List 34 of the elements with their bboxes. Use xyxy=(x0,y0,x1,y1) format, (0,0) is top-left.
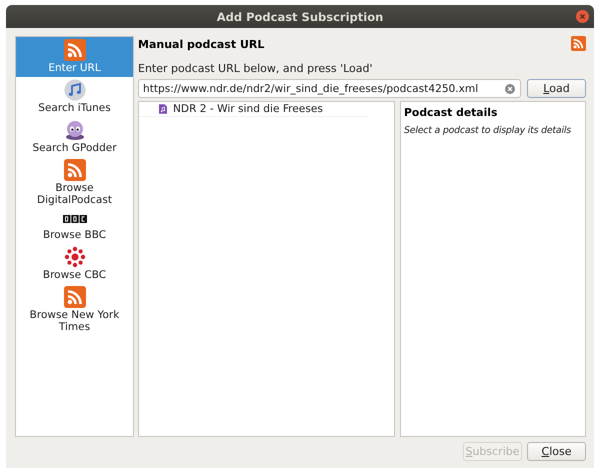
source-item[interactable]: Browse CBC xyxy=(16,244,133,284)
audio-file-icon xyxy=(159,104,167,114)
load-button[interactable]: Load xyxy=(527,79,586,98)
source-label: Browse CBC xyxy=(42,269,106,281)
url-field[interactable]: https://www.ndr.de/ndr2/wir_sind_die_freeses/podcast4250.xml xyxy=(138,79,521,98)
source-label: Enter URL xyxy=(48,62,101,74)
gem-icon xyxy=(64,246,86,268)
source-item[interactable]: Search GPodder xyxy=(16,117,133,157)
instruction-text: Enter podcast URL below, and press 'Load' xyxy=(138,62,374,75)
window-title: Add Podcast Subscription xyxy=(216,10,384,24)
section-heading: Manual podcast URL xyxy=(138,38,264,51)
podcast-title: NDR 2 - Wir sind die Freeses xyxy=(173,103,323,115)
details-hint: Select a podcast to display its details xyxy=(404,125,572,136)
details-title: Podcast details xyxy=(404,106,498,119)
rss-icon xyxy=(64,159,86,181)
source-item[interactable]: Browse BBC xyxy=(16,209,133,244)
rss-icon xyxy=(64,39,86,61)
rss-icon xyxy=(64,286,86,308)
creature-icon xyxy=(64,119,86,141)
podcast-row[interactable]: NDR 2 - Wir sind die Freeses xyxy=(139,102,369,117)
source-item[interactable]: Browse New York Times xyxy=(16,284,133,336)
close-icon[interactable] xyxy=(576,10,589,23)
source-item[interactable]: Search iTunes xyxy=(16,77,133,117)
source-label: Search GPodder xyxy=(32,142,117,154)
close-button[interactable]: Close xyxy=(527,442,586,461)
source-item[interactable]: Browse DigitalPodcast xyxy=(16,157,133,209)
music-note-icon xyxy=(64,79,86,101)
source-label: Search iTunes xyxy=(38,102,111,114)
three-blocks-icon xyxy=(62,215,86,223)
clear-icon[interactable] xyxy=(505,84,515,94)
source-label: Browse New York Times xyxy=(28,309,120,333)
source-label: Browse BBC xyxy=(42,229,106,241)
rss-icon xyxy=(571,36,586,51)
source-label: Browse DigitalPodcast xyxy=(36,182,113,206)
